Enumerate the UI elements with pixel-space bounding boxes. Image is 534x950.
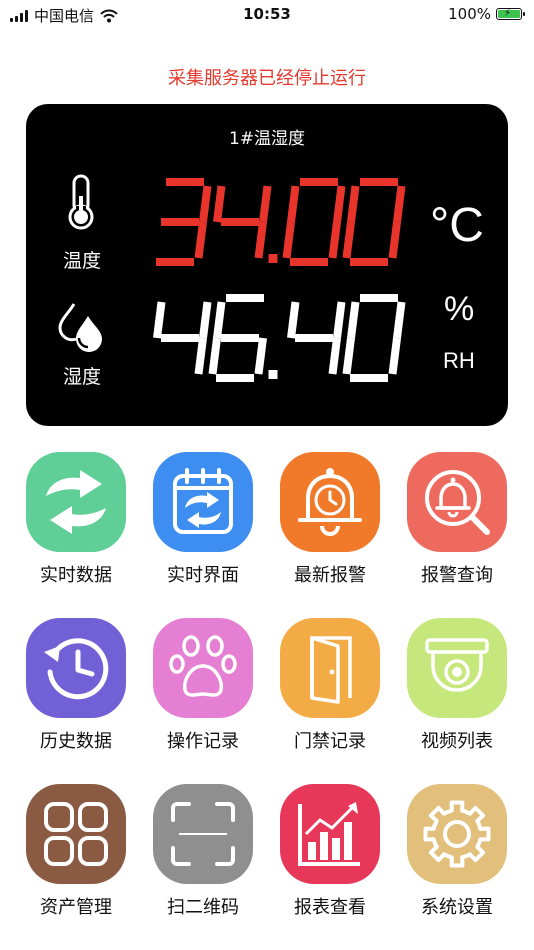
digit-segment [208,337,221,375]
app-tile [26,452,126,552]
digit-segment [199,185,212,223]
sensor-panel[interactable]: 1#温湿度 温度 湿度 °C % RH [26,104,508,426]
digit-segment [328,221,341,259]
app-tile [153,618,253,718]
app-tile [407,618,507,718]
app-label: 实时界面 [167,565,239,586]
decimal-point [268,254,278,263]
app-tile [26,784,126,884]
digit-segment [328,337,341,375]
server-stopped-notice: 采集服务器已经停止运行 [168,68,366,89]
digit-segment [347,185,360,223]
app-realtime-data[interactable]: 实时数据 [16,452,136,587]
sensor-title: 1#温湿度 [228,129,306,149]
app-scan-qr[interactable]: 扫二维码 [143,784,263,919]
status-bar: 中国电信 10:53 100% ⚡ [0,0,534,30]
app-label: 历史数据 [40,731,112,752]
digit-segment [259,185,272,223]
battery-icon: ⚡ [496,8,525,20]
digit-segment [333,301,346,339]
digit-segment [254,337,267,375]
app-video-list[interactable]: 视频列表 [397,618,517,753]
app-label: 资产管理 [40,897,112,918]
door-icon [310,636,352,704]
digit-segment [342,221,355,259]
digit-segment [393,301,406,339]
app-label: 最新报警 [294,565,366,586]
history-clock-icon [44,638,109,700]
digit-segment [342,337,355,375]
app-tile [26,618,126,718]
app-tile [407,784,507,884]
app-label: 操作记录 [167,731,239,752]
app-access-log[interactable]: 门禁记录 [270,618,390,753]
digit-segment [213,301,226,339]
humidity-unit-rh: RH [443,348,475,373]
scan-icon [171,802,235,866]
bell-search-icon [425,470,490,535]
battery-percent: 100% [448,5,491,23]
digit-segment [347,301,360,339]
digit-segment [153,301,166,339]
digit-segment [393,185,406,223]
humidity-label: 湿度 [62,366,101,388]
temperature-reading [156,178,406,266]
grid-icon [44,802,108,866]
digit-segment [287,185,300,223]
humidity-reading [153,294,406,382]
paw-icon [169,635,237,697]
decimal-point [268,370,278,379]
app-label: 实时数据 [40,565,112,586]
app-realtime-view[interactable]: 实时界面 [143,452,263,587]
digit-segment [194,337,207,375]
app-label: 扫二维码 [167,897,239,918]
app-label: 门禁记录 [294,731,366,752]
temperature-unit: °C [430,199,484,252]
digit-segment [388,221,401,259]
app-tile [153,784,253,884]
temperature-label: 温度 [62,250,101,272]
app-label: 视频列表 [421,731,493,752]
water-drops-icon [58,303,102,352]
digit-segment [213,185,226,223]
chart-icon [298,802,360,866]
app-asset-management[interactable]: 资产管理 [16,784,136,919]
app-operation-log[interactable]: 操作记录 [143,618,263,753]
calendar-sync-icon [173,468,233,534]
app-report-view[interactable]: 报表查看 [270,784,390,919]
app-label: 系统设置 [421,897,493,918]
digit-segment [333,185,346,223]
app-tile [153,452,253,552]
app-history-data[interactable]: 历史数据 [16,618,136,753]
app-label: 报警查询 [421,565,493,586]
digit-segment [287,301,300,339]
humidity-unit: % [444,290,475,328]
digit-segment [199,301,212,339]
app-tile [407,452,507,552]
digit-segment [282,221,295,259]
digit-segment [388,337,401,375]
digit-segment [254,221,267,259]
camera-dome-icon [425,638,489,692]
app-latest-alarm[interactable]: 最新报警 [270,452,390,587]
refresh-icon [46,470,106,534]
app-system-settings[interactable]: 系统设置 [397,784,517,919]
alarm-clock-bell-icon [298,468,362,536]
app-tile [280,784,380,884]
app-alarm-query[interactable]: 报警查询 [397,452,517,587]
digit-segment [194,221,207,259]
app-label: 报表查看 [294,897,366,918]
app-tile [280,452,380,552]
app-tile [280,618,380,718]
thermometer-icon [68,174,94,230]
gear-icon [423,800,491,868]
